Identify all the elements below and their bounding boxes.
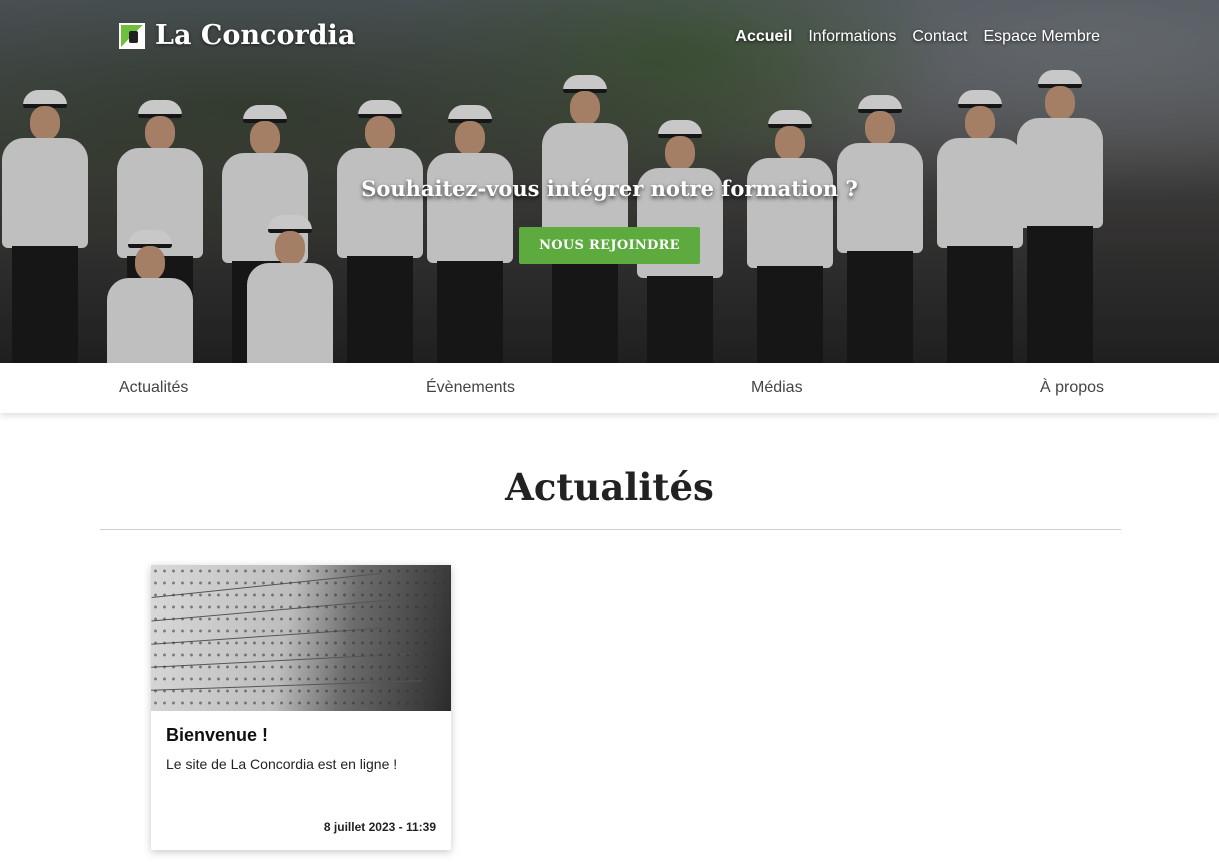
hero-heading: Souhaitez-vous intégrer notre formation … bbox=[361, 176, 858, 201]
nav-informations[interactable]: Informations bbox=[808, 28, 896, 46]
news-card[interactable]: Bienvenue ! Le site de La Concordia est … bbox=[151, 565, 451, 850]
news-card-excerpt: Le site de La Concordia est en ligne ! bbox=[166, 756, 398, 772]
site-logo-link[interactable]: La Concordia bbox=[119, 20, 355, 51]
subnav-actualites[interactable]: Actualités bbox=[119, 379, 188, 397]
secondary-navigation: Actualités Évènements Médias À propos bbox=[0, 363, 1219, 413]
top-navigation-bar: La Concordia Accueil Informations Contac… bbox=[0, 0, 1219, 76]
news-card-title: Bienvenue ! bbox=[166, 725, 269, 745]
nav-accueil[interactable]: Accueil bbox=[735, 28, 792, 46]
join-button[interactable]: NOUS REJOINDRE bbox=[519, 227, 700, 264]
site-name: La Concordia bbox=[155, 20, 356, 51]
subnav-a-propos[interactable]: À propos bbox=[1040, 379, 1104, 397]
news-card-body: Bienvenue ! Le site de La Concordia est … bbox=[151, 711, 451, 786]
nav-contact[interactable]: Contact bbox=[912, 28, 967, 46]
section-title: Actualités bbox=[505, 465, 714, 509]
main-menu: Accueil Informations Contact Espace Memb… bbox=[735, 28, 1100, 46]
subnav-evenements[interactable]: Évènements bbox=[426, 379, 515, 397]
nav-espace-membre[interactable]: Espace Membre bbox=[984, 28, 1101, 46]
news-card-date: 8 juillet 2023 - 11:39 bbox=[323, 820, 436, 834]
hero-call-to-action: Souhaitez-vous intégrer notre formation … bbox=[0, 176, 1219, 264]
hero-banner: La Concordia Accueil Informations Contac… bbox=[0, 0, 1219, 363]
sheet-music-image bbox=[151, 565, 451, 711]
section-divider bbox=[100, 529, 1121, 530]
coat-of-arms-icon bbox=[119, 22, 145, 49]
subnav-medias[interactable]: Médias bbox=[751, 379, 803, 397]
